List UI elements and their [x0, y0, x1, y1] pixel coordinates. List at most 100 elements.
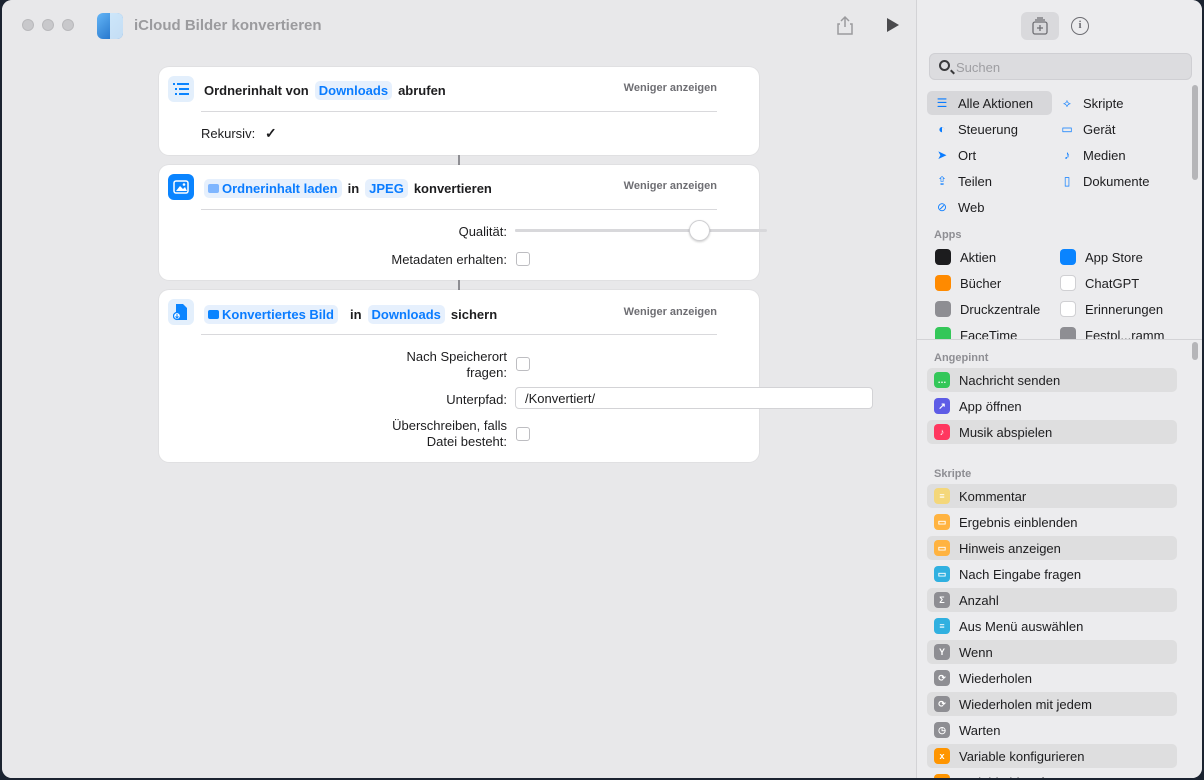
app-label: App Store: [1085, 249, 1143, 265]
action-convert-image[interactable]: Ordnerinhalt laden in JPEG konvertieren …: [159, 165, 767, 280]
app-app-store[interactable]: App Store: [1052, 245, 1143, 269]
script-action-item[interactable]: ▭ Ergebnis einblenden: [927, 510, 1177, 534]
script-action-label: Wiederholen: [959, 670, 1032, 686]
quality-slider-knob[interactable]: [688, 220, 710, 241]
variable-token[interactable]: Konvertiertes Bild: [204, 305, 338, 324]
quality-slider[interactable]: [515, 220, 767, 241]
overwrite-checkbox[interactable]: [516, 427, 530, 441]
script-action-item[interactable]: ≡ Aus Menü auswählen: [927, 614, 1177, 638]
reminders-app-icon: [1060, 301, 1076, 317]
script-action-icon: x: [934, 774, 950, 778]
subpath-label: Unterpfad:: [446, 392, 507, 407]
toggle-icon: ◐: [938, 122, 946, 136]
script-action-item[interactable]: ▭ Nach Eingabe fragen: [927, 562, 1177, 586]
action-connector: [458, 280, 460, 290]
script-action-item[interactable]: ⟳ Wiederholen: [927, 666, 1177, 690]
action-save-file[interactable]: Konvertiertes Bild in Downloads sichern …: [159, 290, 873, 462]
ask-location-checkbox[interactable]: [516, 357, 530, 371]
info-icon[interactable]: i: [1071, 17, 1089, 35]
action-library-sidebar: i ☰ Alle Aktionen ⟡ Skripte ◐ Steuerung ▭ Ge…: [916, 0, 1202, 778]
script-action-label: Ergebnis einblenden: [959, 514, 1078, 530]
minimize-window-button[interactable]: [42, 19, 54, 31]
category-web[interactable]: ⊘ Web: [927, 195, 985, 219]
action-library-tab[interactable]: [1021, 12, 1059, 40]
show-less-button[interactable]: Weniger anzeigen: [624, 180, 717, 192]
pinned-action-item[interactable]: ↗ App öffnen: [927, 394, 1177, 418]
app-stocks[interactable]: Aktien: [927, 245, 996, 269]
script-action-icon: ⟳: [934, 696, 950, 712]
image-icon: [168, 174, 194, 200]
category-location[interactable]: ➤ Ort: [927, 143, 976, 167]
ask-location-label-line-2: fragen:: [466, 365, 507, 380]
destination-token[interactable]: Downloads: [367, 305, 445, 324]
metadata-checkbox[interactable]: [516, 252, 530, 266]
quality-slider-fill: [515, 229, 699, 232]
stocks-app-icon: [935, 249, 951, 265]
category-share[interactable]: ⇪ Teilen: [927, 169, 992, 193]
app-facetime[interactable]: FaceTime: [927, 323, 1017, 339]
category-device[interactable]: ▭ Gerät: [1052, 117, 1115, 141]
app-disk-utility[interactable]: Festpl...ramm: [1052, 323, 1164, 339]
category-documents[interactable]: ▯ Dokumente: [1052, 169, 1150, 193]
script-action-label: Wenn: [959, 644, 993, 660]
categories-panel: i ☰ Alle Aktionen ⟡ Skripte ◐ Steuerung ▭ Ge…: [917, 0, 1202, 339]
app-print-center[interactable]: Druckzentrale: [927, 297, 1040, 321]
pinned-action-label: Musik abspielen: [959, 424, 1053, 440]
script-action-item[interactable]: ≡ Kommentar: [927, 484, 1177, 508]
actions-scrollbar[interactable]: [1192, 342, 1198, 360]
finder-shortcut-icon[interactable]: [97, 13, 123, 39]
script-action-item[interactable]: x Variable hinzufügen: [927, 770, 1177, 778]
script-action-item[interactable]: x Variable konfigurieren: [927, 744, 1177, 768]
format-token[interactable]: JPEG: [365, 179, 408, 198]
ask-location-label-line-1: Nach Speicherort: [406, 349, 507, 364]
app-books[interactable]: Bücher: [927, 271, 1001, 295]
run-play-icon[interactable]: [887, 18, 899, 32]
script-action-item[interactable]: ▭ Hinweis anzeigen: [927, 536, 1177, 560]
script-action-item[interactable]: Σ Anzahl: [927, 588, 1177, 612]
category-all-actions[interactable]: ☰ Alle Aktionen: [927, 91, 1052, 115]
pinned-action-label: Nachricht senden: [959, 372, 1061, 388]
pinned-action-item[interactable]: … Nachricht senden: [927, 368, 1177, 392]
show-less-button[interactable]: Weniger anzeigen: [624, 82, 717, 94]
subpath-input[interactable]: [515, 387, 873, 409]
show-less-button[interactable]: Weniger anzeigen: [624, 306, 717, 318]
divider: [201, 209, 717, 210]
pinned-action-icon: …: [934, 372, 950, 388]
category-scripts[interactable]: ⟡ Skripte: [1052, 91, 1123, 115]
pinned-action-icon: ↗: [934, 398, 950, 414]
app-chatgpt[interactable]: ChatGPT: [1052, 271, 1139, 295]
action-suffix: sichern: [450, 307, 498, 322]
app-label: FaceTime: [960, 327, 1018, 340]
close-window-button[interactable]: [22, 19, 34, 31]
category-media[interactable]: ♪ Medien: [1052, 143, 1126, 167]
zoom-window-button[interactable]: [62, 19, 74, 31]
search-input[interactable]: [956, 58, 1176, 76]
recursive-checkbox[interactable]: ✓: [265, 126, 279, 140]
category-label: Web: [958, 199, 985, 215]
script-action-item[interactable]: Y Wenn: [927, 640, 1177, 664]
overwrite-label-line-1: Überschreiben, falls: [392, 418, 507, 433]
add-action-icon: [1032, 17, 1048, 35]
image-variable-icon: [208, 310, 219, 319]
categories-scrollbar[interactable]: [1192, 85, 1198, 180]
action-get-folder-contents[interactable]: Ordnerinhalt von Downloads abrufen Wenig…: [159, 67, 759, 155]
overwrite-label: Überschreiben, falls Datei besteht:: [219, 418, 507, 450]
script-action-item[interactable]: ⟳ Wiederholen mit jedem: [927, 692, 1177, 716]
script-action-label: Variable konfigurieren: [959, 748, 1085, 764]
script-action-icon: ▭: [934, 566, 950, 582]
script-action-icon: ▭: [934, 540, 950, 556]
category-control[interactable]: ◐ Steuerung: [927, 117, 1018, 141]
pinned-action-icon: ♪: [934, 424, 950, 440]
category-label: Skripte: [1083, 95, 1124, 111]
pinned-section-header: Angepinnt: [934, 352, 989, 364]
script-action-item[interactable]: ◷ Warten: [927, 718, 1177, 742]
overwrite-label-line-2: Datei besteht:: [426, 434, 507, 449]
search-field[interactable]: [929, 53, 1192, 80]
app-reminders[interactable]: Erinnerungen: [1052, 297, 1163, 321]
window-title[interactable]: iCloud Bilder konvertieren: [134, 17, 322, 34]
folder-token[interactable]: Downloads: [314, 81, 393, 100]
divider: [201, 111, 717, 112]
pinned-action-item[interactable]: ♪ Musik abspielen: [927, 420, 1177, 444]
share-icon[interactable]: [836, 15, 854, 35]
variable-token[interactable]: Ordnerinhalt laden: [204, 179, 342, 198]
